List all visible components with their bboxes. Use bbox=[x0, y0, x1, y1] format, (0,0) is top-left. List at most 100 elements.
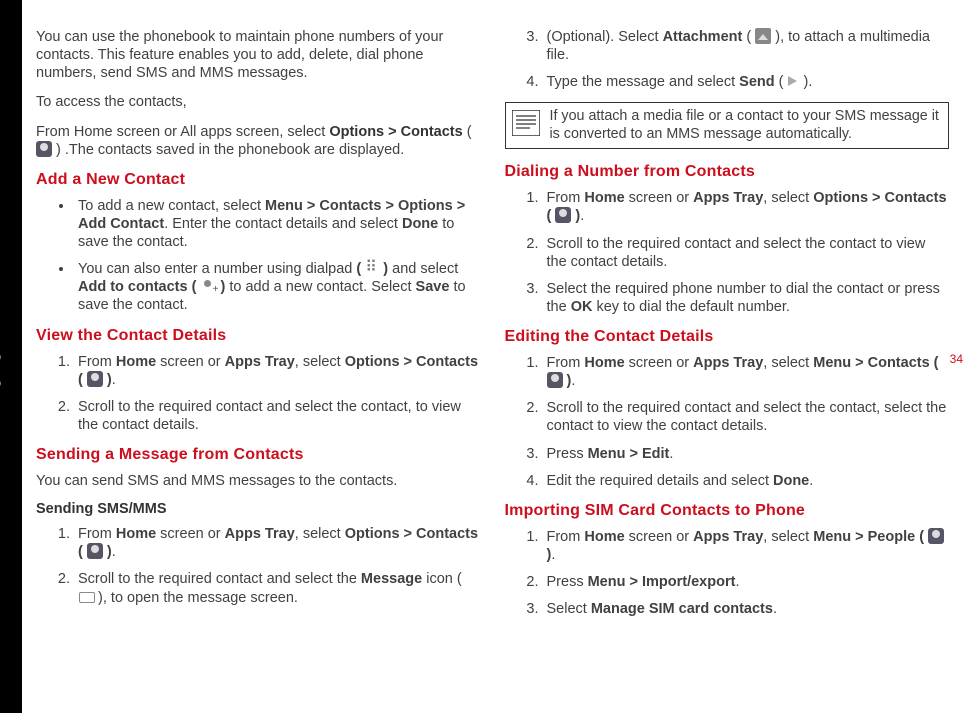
bold: Options > Contacts bbox=[329, 124, 462, 140]
text: Press bbox=[547, 446, 588, 462]
bold: Menu > Edit bbox=[588, 446, 670, 462]
list-item: You can also enter a number using dialpa… bbox=[74, 260, 481, 314]
dialpad-icon bbox=[365, 262, 379, 276]
bold: Apps Tray bbox=[693, 529, 763, 545]
text: From bbox=[547, 355, 585, 371]
text: and select bbox=[388, 261, 458, 277]
text: Type the message and select bbox=[547, 74, 740, 90]
text: Press bbox=[547, 574, 588, 590]
text: Select bbox=[547, 601, 591, 617]
text: You can also enter a number using dialpa… bbox=[78, 261, 356, 277]
list-item: Type the message and select Send ( ). bbox=[543, 73, 950, 91]
send-icon bbox=[788, 75, 800, 87]
dial-list: From Home screen or Apps Tray, select Op… bbox=[505, 189, 950, 316]
list-item: (Optional). Select Attachment ( ), to at… bbox=[543, 28, 950, 64]
text: , select bbox=[295, 354, 345, 370]
heading-edit: Editing the Contact Details bbox=[505, 328, 950, 346]
text: , select bbox=[763, 355, 813, 371]
text: From bbox=[78, 526, 116, 542]
bold: Done bbox=[773, 473, 809, 489]
bold: Home bbox=[584, 355, 624, 371]
text: . bbox=[112, 544, 116, 560]
list-item: From Home screen or Apps Tray, select Op… bbox=[74, 525, 481, 561]
list-item: Press Menu > Import/export. bbox=[543, 573, 950, 591]
text: ). bbox=[800, 74, 813, 90]
text: . bbox=[669, 446, 673, 462]
send-sms-list: From Home screen or Apps Tray, select Op… bbox=[36, 525, 481, 607]
bold: Apps Tray bbox=[693, 355, 763, 371]
bold: ) bbox=[103, 372, 112, 388]
contacts-icon bbox=[928, 528, 944, 544]
add-contact-icon bbox=[200, 278, 216, 294]
page-number: 34 bbox=[950, 352, 963, 366]
list-item: Scroll to the required contact and selec… bbox=[543, 235, 950, 271]
text: . bbox=[773, 601, 777, 617]
list-item: Select Manage SIM card contacts. bbox=[543, 600, 950, 618]
text: ( bbox=[742, 29, 755, 45]
text: key to dial the default number. bbox=[592, 299, 790, 315]
text: . bbox=[112, 372, 116, 388]
list-item: From Home screen or Apps Tray, select Op… bbox=[74, 353, 481, 389]
bold: Apps Tray bbox=[225, 354, 295, 370]
list-item: From Home screen or Apps Tray, select Me… bbox=[543, 528, 950, 564]
text: From bbox=[547, 190, 585, 206]
text: Edit the required details and select bbox=[547, 473, 774, 489]
heading-dial: Dialing a Number from Contacts bbox=[505, 163, 950, 181]
import-list: From Home screen or Apps Tray, select Me… bbox=[505, 528, 950, 619]
intro-paragraph: You can use the phonebook to maintain ph… bbox=[36, 28, 481, 82]
list-item: Scroll to the required contact and selec… bbox=[543, 399, 950, 435]
list-item: To add a new contact, select Menu > Cont… bbox=[74, 197, 481, 251]
bold: ) bbox=[571, 208, 580, 224]
text: screen or bbox=[625, 355, 694, 371]
edit-list: From Home screen or Apps Tray, select Me… bbox=[505, 354, 950, 490]
text: ( bbox=[463, 124, 472, 140]
text: . Enter the contact details and select bbox=[164, 216, 402, 232]
text: From bbox=[78, 354, 116, 370]
send-sms-list-cont: (Optional). Select Attachment ( ), to at… bbox=[505, 28, 950, 91]
bold: OK bbox=[571, 299, 593, 315]
text: From Home screen or All apps screen, sel… bbox=[36, 124, 329, 140]
text: To add a new contact, select bbox=[78, 198, 265, 214]
section-title: Managing Contacts bbox=[0, 271, 2, 433]
list-item: From Home screen or Apps Tray, select Op… bbox=[543, 189, 950, 225]
bold: ( bbox=[356, 261, 365, 277]
text: , select bbox=[763, 529, 813, 545]
contacts-icon bbox=[547, 372, 563, 388]
bold: Manage SIM card contacts bbox=[591, 601, 773, 617]
bold: Add to contacts ( bbox=[78, 279, 200, 295]
attachment-icon bbox=[755, 28, 771, 44]
text: Scroll to the required contact and selec… bbox=[78, 571, 361, 587]
bold: Menu > People ( bbox=[813, 529, 928, 545]
heading-import: Importing SIM Card Contacts to Phone bbox=[505, 502, 950, 520]
note-text: If you attach a media file or a contact … bbox=[550, 108, 941, 143]
text: to add a new contact. Select bbox=[225, 279, 415, 295]
add-contact-list: To add a new contact, select Menu > Cont… bbox=[36, 197, 481, 315]
text: . bbox=[551, 547, 555, 563]
text: . bbox=[809, 473, 813, 489]
heading-view-contact: View the Contact Details bbox=[36, 327, 481, 345]
bold: Home bbox=[116, 354, 156, 370]
list-item: Scroll to the required contact and selec… bbox=[74, 570, 481, 606]
text: . bbox=[735, 574, 739, 590]
note-box: If you attach a media file or a contact … bbox=[505, 102, 950, 149]
list-item: Edit the required details and select Don… bbox=[543, 472, 950, 490]
text: screen or bbox=[156, 354, 225, 370]
intro-path: From Home screen or All apps screen, sel… bbox=[36, 123, 481, 159]
left-column: You can use the phonebook to maintain ph… bbox=[36, 28, 481, 693]
heading-send-message: Sending a Message from Contacts bbox=[36, 446, 481, 464]
list-item: Scroll to the required contact and selec… bbox=[74, 398, 481, 434]
bold: Send bbox=[739, 74, 774, 90]
bold: Menu > Import/export bbox=[588, 574, 736, 590]
bold: Attachment bbox=[663, 29, 743, 45]
sidebar-tab: Managing Contacts bbox=[0, 0, 22, 713]
heading-add-contact: Add a New Contact bbox=[36, 171, 481, 189]
text: From bbox=[547, 529, 585, 545]
bold: Done bbox=[402, 216, 438, 232]
page-content: You can use the phonebook to maintain ph… bbox=[36, 28, 949, 693]
contacts-icon bbox=[555, 207, 571, 223]
contacts-icon bbox=[87, 543, 103, 559]
bold: Home bbox=[584, 529, 624, 545]
bold: Save bbox=[416, 279, 450, 295]
text: icon ( bbox=[422, 571, 462, 587]
send-subheading: Sending SMS/MMS bbox=[36, 501, 481, 517]
